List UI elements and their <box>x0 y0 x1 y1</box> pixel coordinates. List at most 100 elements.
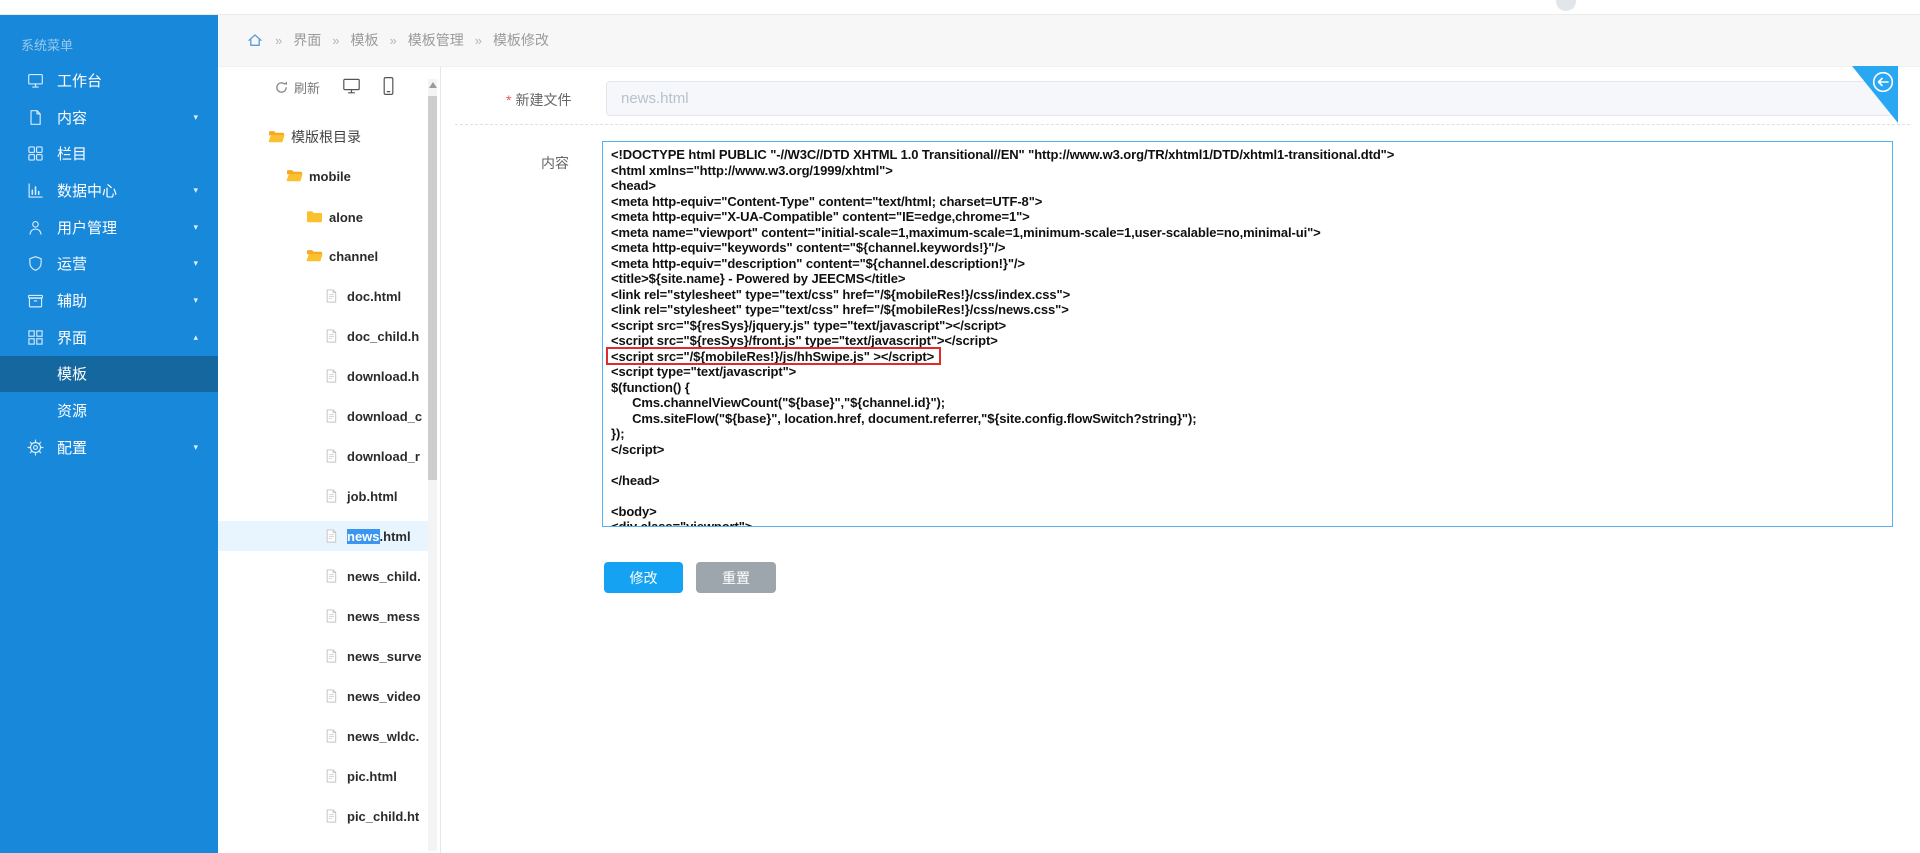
code-line: $(function() { <box>611 379 690 395</box>
template-file-tree-panel: 刷新 模版根目录 mobile alone channel doc.html doc_ch… <box>218 67 441 853</box>
breadcrumb-item[interactable]: 模板管理 <box>408 30 464 50</box>
text-selection: news <box>347 528 380 544</box>
folder-icon <box>306 209 323 225</box>
refresh-icon <box>274 80 289 95</box>
breadcrumb-separator: » <box>474 32 482 48</box>
sidebar-item-user-management[interactable]: 用户管理 ▾ <box>0 209 218 246</box>
tree-file-pic-html[interactable]: pic.html <box>324 764 397 788</box>
chevron-down-icon: ▾ <box>193 111 198 122</box>
sidebar-item-operations[interactable]: 运营 ▾ <box>0 245 218 282</box>
tree-folder-channel[interactable]: channel <box>306 244 378 268</box>
tree-node-label: mobile <box>309 168 351 184</box>
sidebar-item-content[interactable]: 内容 ▾ <box>0 99 218 136</box>
form-divider <box>455 124 1910 125</box>
file-icon <box>324 728 341 744</box>
content-label: 内容 <box>541 155 569 171</box>
sidebar-item-workbench[interactable]: 工作台 <box>0 62 218 99</box>
code-line: <meta name="viewport" content="initial-s… <box>611 224 1321 240</box>
collapse-panel-button[interactable] <box>1852 66 1898 123</box>
home-icon[interactable] <box>246 31 264 49</box>
file-icon <box>324 368 341 384</box>
code-line: <script src="/${mobileRes!}/js/hhSwipe.j… <box>611 349 1884 365</box>
layout-icon <box>27 329 44 346</box>
sidebar-menu: 工作台 内容 ▾ 栏目 数据中心 ▾ 用户管理 ▾ 运营 ▾ 辅助 ▾ 界面 ▴ 模板 资源 配置 ▾ <box>0 62 218 466</box>
sidebar-item-label: 数据中心 <box>57 182 118 200</box>
breadcrumb-item[interactable]: 界面 <box>293 30 321 50</box>
breadcrumb-separator: » <box>275 32 283 48</box>
tree-file-doc-html[interactable]: doc.html <box>324 284 401 308</box>
sidebar-item-resources[interactable]: 资源 <box>0 392 218 429</box>
tree-file-news-html[interactable]: news.html <box>324 524 411 548</box>
tree-node-label: doc_child.h <box>347 328 420 344</box>
code-line: <html xmlns="http://www.w3.org/1999/xhtm… <box>611 162 893 178</box>
sidebar-item-label: 内容 <box>57 109 88 127</box>
sidebar-item-data-center[interactable]: 数据中心 ▾ <box>0 172 218 209</box>
tree-folder--[interactable]: 模版根目录 <box>268 125 361 149</box>
sidebar-item-config[interactable]: 配置 ▾ <box>0 429 218 466</box>
sidebar-item-label: 模板 <box>57 366 88 384</box>
code-line: <link rel="stylesheet" type="text/css" h… <box>611 302 1069 317</box>
file-icon <box>324 688 341 704</box>
tree-node-label: download_c <box>347 408 423 424</box>
code-line: <head> <box>611 178 656 193</box>
sidebar-item-columns[interactable]: 栏目 <box>0 135 218 172</box>
tree-file-news-wldc-[interactable]: news_wldc. <box>324 724 419 748</box>
document-icon <box>27 109 44 126</box>
tree-file-news-video[interactable]: news_video <box>324 684 421 708</box>
filename-input[interactable] <box>606 81 1892 116</box>
tree-scrollbar-thumb[interactable] <box>428 96 437 480</box>
box-icon <box>27 292 44 309</box>
tree-file-download-c[interactable]: download_c <box>324 404 422 428</box>
code-line: <meta http-equiv="Content-Type" content=… <box>611 193 1043 209</box>
code-line: Cms.siteFlow("${base}", location.href, d… <box>611 410 1197 426</box>
breadcrumb-item[interactable]: 模板 <box>350 30 378 50</box>
tree-file-doc-child-h[interactable]: doc_child.h <box>324 324 419 348</box>
file-icon <box>324 568 341 584</box>
modify-button[interactable]: 修改 <box>604 562 683 593</box>
tree-file-news-surve[interactable]: news_surve <box>324 644 421 668</box>
user-icon <box>27 219 44 236</box>
tree-folder-mobile[interactable]: mobile <box>286 164 351 188</box>
file-icon <box>324 448 341 464</box>
reset-button[interactable]: 重置 <box>696 562 776 593</box>
tree-folder-alone[interactable]: alone <box>306 205 363 229</box>
code-line: </script> <box>611 441 665 457</box>
tree-file-download-r[interactable]: download_r <box>324 444 420 468</box>
file-icon <box>324 768 341 784</box>
sidebar-item-label: 用户管理 <box>57 219 118 237</box>
tree-node-label: pic_child.ht <box>347 808 420 824</box>
tree-file-job-html[interactable]: job.html <box>324 484 398 508</box>
folder-open-icon <box>286 168 303 184</box>
template-content-textarea[interactable]: <!DOCTYPE html PUBLIC "-//W3C//DTD XHTML… <box>602 141 1893 527</box>
file-icon <box>324 608 341 624</box>
mobile-preview-icon[interactable] <box>380 76 397 96</box>
code-line: <script type="text/javascript"> <box>611 364 797 379</box>
sidebar-item-template[interactable]: 模板 <box>0 355 218 393</box>
tree-node-label: download_r <box>347 448 420 464</box>
avatar[interactable] <box>1556 0 1576 11</box>
tree-node-label: 模版根目录 <box>291 129 361 145</box>
top-header-bar <box>0 0 1920 15</box>
chevron-down-icon: ▾ <box>193 294 198 305</box>
sidebar-item-auxiliary[interactable]: 辅助 ▾ <box>0 282 218 319</box>
tree-file-news-child-[interactable]: news_child. <box>324 564 421 588</box>
tree-file-pic-child-ht[interactable]: pic_child.ht <box>324 804 419 828</box>
tree-file-download-h[interactable]: download.h <box>324 364 419 388</box>
sidebar-item-label: 运营 <box>57 256 88 274</box>
desktop-preview-icon[interactable] <box>342 77 361 95</box>
code-line: <link rel="stylesheet" type="text/css" h… <box>611 286 1071 302</box>
tree-node-label: news_mess <box>347 608 420 624</box>
sidebar-item-interface[interactable]: 界面 ▴ <box>0 319 218 356</box>
chart-icon <box>27 182 44 199</box>
breadcrumb-item[interactable]: 模板修改 <box>493 30 549 50</box>
chevron-down-icon: ▾ <box>193 221 198 232</box>
tree-node-label: news_video <box>347 688 421 704</box>
tree-file-news-mess[interactable]: news_mess <box>324 604 420 628</box>
chevron-down-icon: ▾ <box>193 441 198 452</box>
scroll-up-arrow-icon[interactable] <box>429 82 437 88</box>
highlighted-code-line: <script src="/${mobileRes!}/js/hhSwipe.j… <box>611 348 935 364</box>
gear-icon <box>27 439 44 456</box>
refresh-button[interactable]: 刷新 <box>274 78 320 97</box>
required-asterisk: * <box>506 92 512 108</box>
